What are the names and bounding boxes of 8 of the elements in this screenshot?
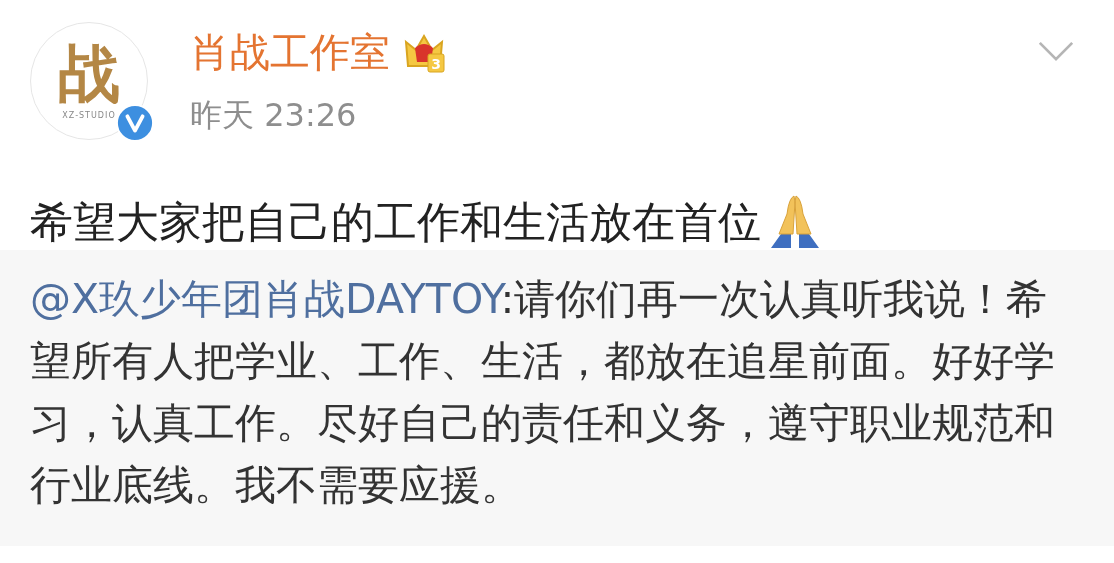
chevron-down-icon[interactable] (1038, 40, 1074, 62)
post-text: 希望大家把自己的工作和生活放在首位 (30, 196, 761, 249)
mention-link[interactable]: @X玖少年团肖战DAYTOY (30, 275, 501, 323)
repost-text: @X玖少年团肖战DAYTOY:请你们再一次认真听我说！希望所有人把学业、工作、生活，都放在追星前面。好好学习，认真工作。尽好自己的责任和义务，遵守职业规范和行业底线。我不需要应援。 (30, 274, 1056, 511)
author-name[interactable]: 肖战工作室 (190, 24, 390, 80)
post-time: 昨天 23:26 (190, 95, 358, 136)
avatar-logo: 战 (58, 42, 120, 105)
avatar-caption: XZ-STUDIO (62, 110, 116, 120)
